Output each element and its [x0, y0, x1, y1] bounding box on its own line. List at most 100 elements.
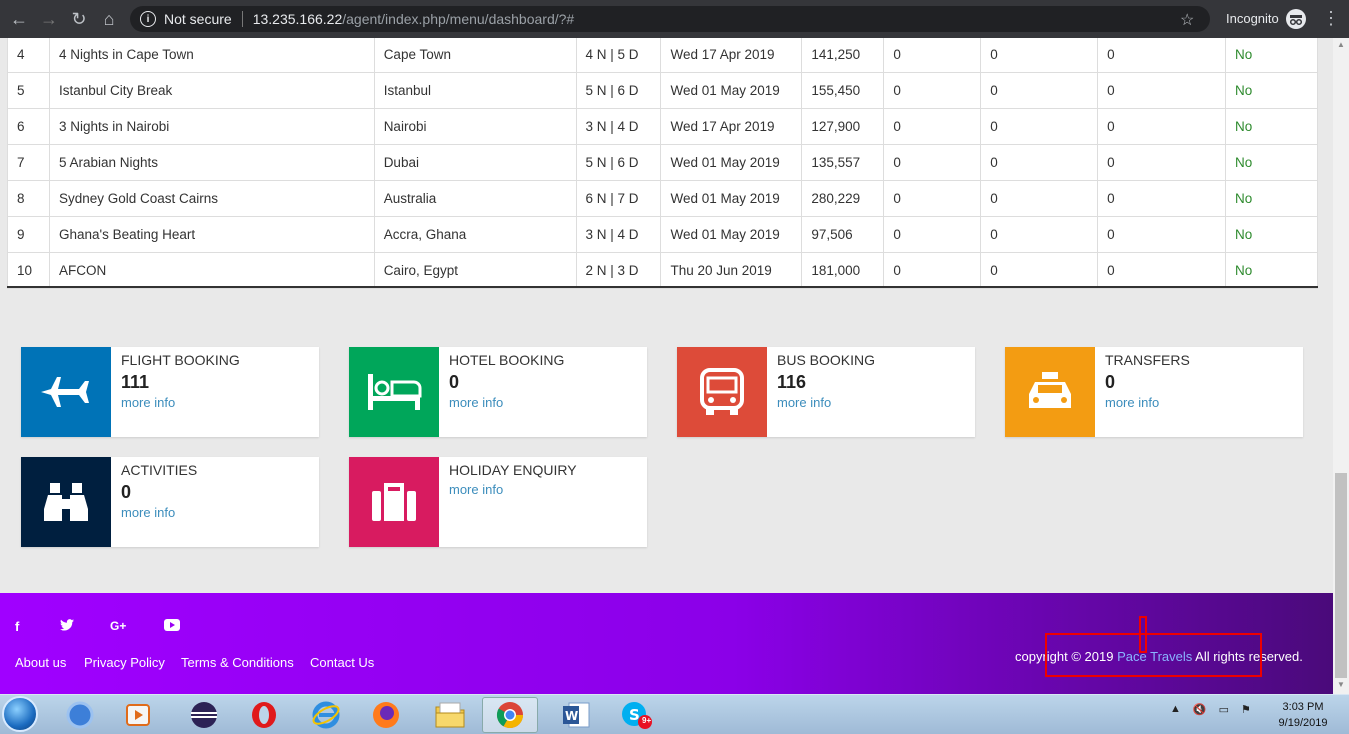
footer-link-terms[interactable]: Terms & Conditions	[181, 655, 294, 670]
activities-card[interactable]: ACTIVITIES 0 more info	[21, 457, 319, 547]
table-cell-status: No	[1224, 216, 1319, 253]
more-info-link[interactable]: more info	[121, 395, 175, 410]
youtube-icon[interactable]	[164, 619, 180, 634]
reload-icon[interactable]: ↻	[68, 8, 90, 30]
google-plus-icon[interactable]: G+	[110, 619, 126, 633]
network-icon[interactable]: ▭	[1219, 703, 1229, 716]
table-row: 63 Nights in Nairobi Nairobi 3 N | 4 D Wed …	[7, 108, 1319, 145]
opera-icon	[252, 702, 276, 728]
card-count: 0	[121, 482, 132, 502]
table-cell-date: Wed 01 May 2019	[660, 144, 803, 181]
flight-booking-card[interactable]: FLIGHT BOOKING 111 more info	[21, 347, 319, 437]
taskbar-app-file-explorer[interactable]	[422, 697, 478, 733]
taskbar-app-ie-circle[interactable]	[52, 697, 108, 733]
table-row: 9 Ghana's Beating Heart Accra, Ghana 3 N | …	[7, 216, 1319, 253]
scroll-up-arrow-icon[interactable]: ▲	[1337, 40, 1345, 49]
table-cell-price: 181,000	[801, 252, 885, 289]
home-icon[interactable]: ⌂	[98, 8, 120, 30]
info-icon[interactable]: i	[140, 11, 156, 27]
bus-booking-card[interactable]: BUS BOOKING 116 more info	[677, 347, 975, 437]
start-button[interactable]	[2, 696, 38, 732]
footer-link-about[interactable]: About us	[15, 655, 66, 670]
taskbar-app-word[interactable]: W	[548, 697, 604, 733]
taskbar-app-opera[interactable]	[236, 697, 292, 733]
table-cell-no: 6	[7, 108, 50, 145]
table-cell-date: Thu 20 Jun 2019	[660, 252, 803, 289]
incognito-icon[interactable]	[1286, 9, 1306, 29]
table-cell-name: Istanbul City Break	[48, 72, 375, 109]
taskbar-app-chrome[interactable]	[482, 697, 538, 733]
table-row: 10 AFCON Cairo, Egypt 2 N | 3 D Thu 20 Jun 2…	[7, 252, 1319, 289]
scroll-thumb[interactable]	[1335, 473, 1347, 678]
taskbar-app-firefox[interactable]	[358, 697, 414, 733]
taskbar-app-eclipse[interactable]	[176, 697, 232, 733]
forward-arrow-icon[interactable]: →	[38, 8, 60, 30]
windows-taskbar: W S 9+ ▲ 🔇 ▭ ⚑ 3:03 PM 9/19/2019	[0, 694, 1349, 734]
transfers-card[interactable]: TRANSFERS 0 more info	[1005, 347, 1303, 437]
table-cell-c1: 0	[883, 252, 982, 289]
table-cell-status: No	[1224, 252, 1319, 289]
table-cell-c1: 0	[883, 180, 982, 217]
back-arrow-icon[interactable]: ←	[8, 8, 30, 30]
table-cell-price: 97,506	[801, 216, 885, 253]
more-info-link[interactable]: more info	[121, 505, 175, 520]
more-info-link[interactable]: more info	[449, 395, 503, 410]
bus-card-icon-box	[677, 347, 767, 437]
table-row: 5 Istanbul City Break Istanbul 5 N | 6 D Wed…	[7, 72, 1319, 109]
table-cell-c3: 0	[1097, 38, 1226, 73]
table-cell-duration: 3 N | 4 D	[575, 108, 662, 145]
more-info-link[interactable]: more info	[449, 482, 503, 497]
menu-dots-icon[interactable]: ⋮	[1322, 8, 1340, 28]
table-cell-c3: 0	[1097, 144, 1226, 181]
url-host: 13.235.166.22	[252, 11, 343, 27]
table-bottom-border	[7, 286, 1318, 288]
eclipse-icon	[191, 702, 217, 728]
table-cell-date: Wed 01 May 2019	[660, 216, 803, 253]
card-count: 0	[449, 372, 460, 392]
card-count: 111	[121, 372, 150, 392]
table-row: 75 Arabian Nights Dubai 5 N | 6 D Wed 01 Ma…	[7, 144, 1319, 181]
table-cell-c2: 0	[980, 252, 1099, 289]
twitter-icon[interactable]	[60, 619, 74, 634]
table-cell-dest: Nairobi	[373, 108, 577, 145]
more-info-link[interactable]: more info	[1105, 395, 1159, 410]
clock-date: 9/19/2019	[1278, 717, 1328, 729]
hotel-booking-card[interactable]: HOTEL BOOKING 0 more info	[349, 347, 647, 437]
firefox-icon	[373, 702, 399, 728]
footer-link-contact[interactable]: Contact Us	[310, 655, 374, 670]
table-cell-date: Wed 01 May 2019	[660, 72, 803, 109]
card-title: TRANSFERS	[1105, 352, 1190, 368]
volume-muted-icon[interactable]: 🔇	[1193, 703, 1207, 716]
table-cell-dest: Cape Town	[373, 38, 577, 73]
taskbar-app-media-player[interactable]	[110, 697, 166, 733]
taskbar-app-internet-explorer[interactable]	[298, 697, 354, 733]
page-scrollbar[interactable]: ▲ ▼	[1333, 38, 1349, 694]
table-cell-status: No	[1224, 180, 1319, 217]
table-row: 8 Sydney Gold Coast Cairns Australia 6 N | …	[7, 180, 1319, 217]
card-title: FLIGHT BOOKING	[121, 352, 240, 368]
table-row: 44 Nights in Cape Town Cape Town 4 N | 5 D…	[7, 38, 1319, 73]
taskbar-clock[interactable]: 3:03 PM 9/19/2019	[1268, 699, 1338, 731]
address-bar[interactable]: i Not secure 13.235.166.22 /agent/index.…	[130, 6, 1210, 32]
bookmark-star-icon[interactable]: ☆	[1180, 10, 1194, 30]
facebook-icon[interactable]: f	[15, 619, 19, 634]
incognito-label: Incognito	[1226, 11, 1279, 26]
holiday-enquiry-card[interactable]: HOLIDAY ENQUIRY more info	[349, 457, 647, 547]
show-hidden-icons-icon[interactable]: ▲	[1170, 703, 1181, 716]
url-path: /agent/index.php/menu/dashboard/?#	[342, 11, 575, 27]
more-info-link[interactable]: more info	[777, 395, 831, 410]
table-cell-dest: Cairo, Egypt	[373, 252, 577, 289]
svg-text:W: W	[565, 709, 578, 723]
action-center-icon[interactable]: ⚑	[1241, 703, 1251, 716]
table-cell-c1: 0	[883, 216, 982, 253]
table-cell-no: 8	[7, 180, 50, 217]
table-cell-no: 7	[7, 144, 50, 181]
table-cell-name: 3 Nights in Nairobi	[48, 108, 375, 145]
table-cell-c3: 0	[1097, 216, 1226, 253]
table-cell-status: No	[1224, 108, 1319, 145]
footer-link-privacy[interactable]: Privacy Policy	[84, 655, 165, 670]
taskbar-app-skype[interactable]: S 9+	[608, 697, 664, 733]
scroll-down-arrow-icon[interactable]: ▼	[1337, 680, 1345, 689]
page-content: 44 Nights in Cape Town Cape Town 4 N | 5 D…	[0, 38, 1333, 694]
table-cell-price: 280,229	[801, 180, 885, 217]
